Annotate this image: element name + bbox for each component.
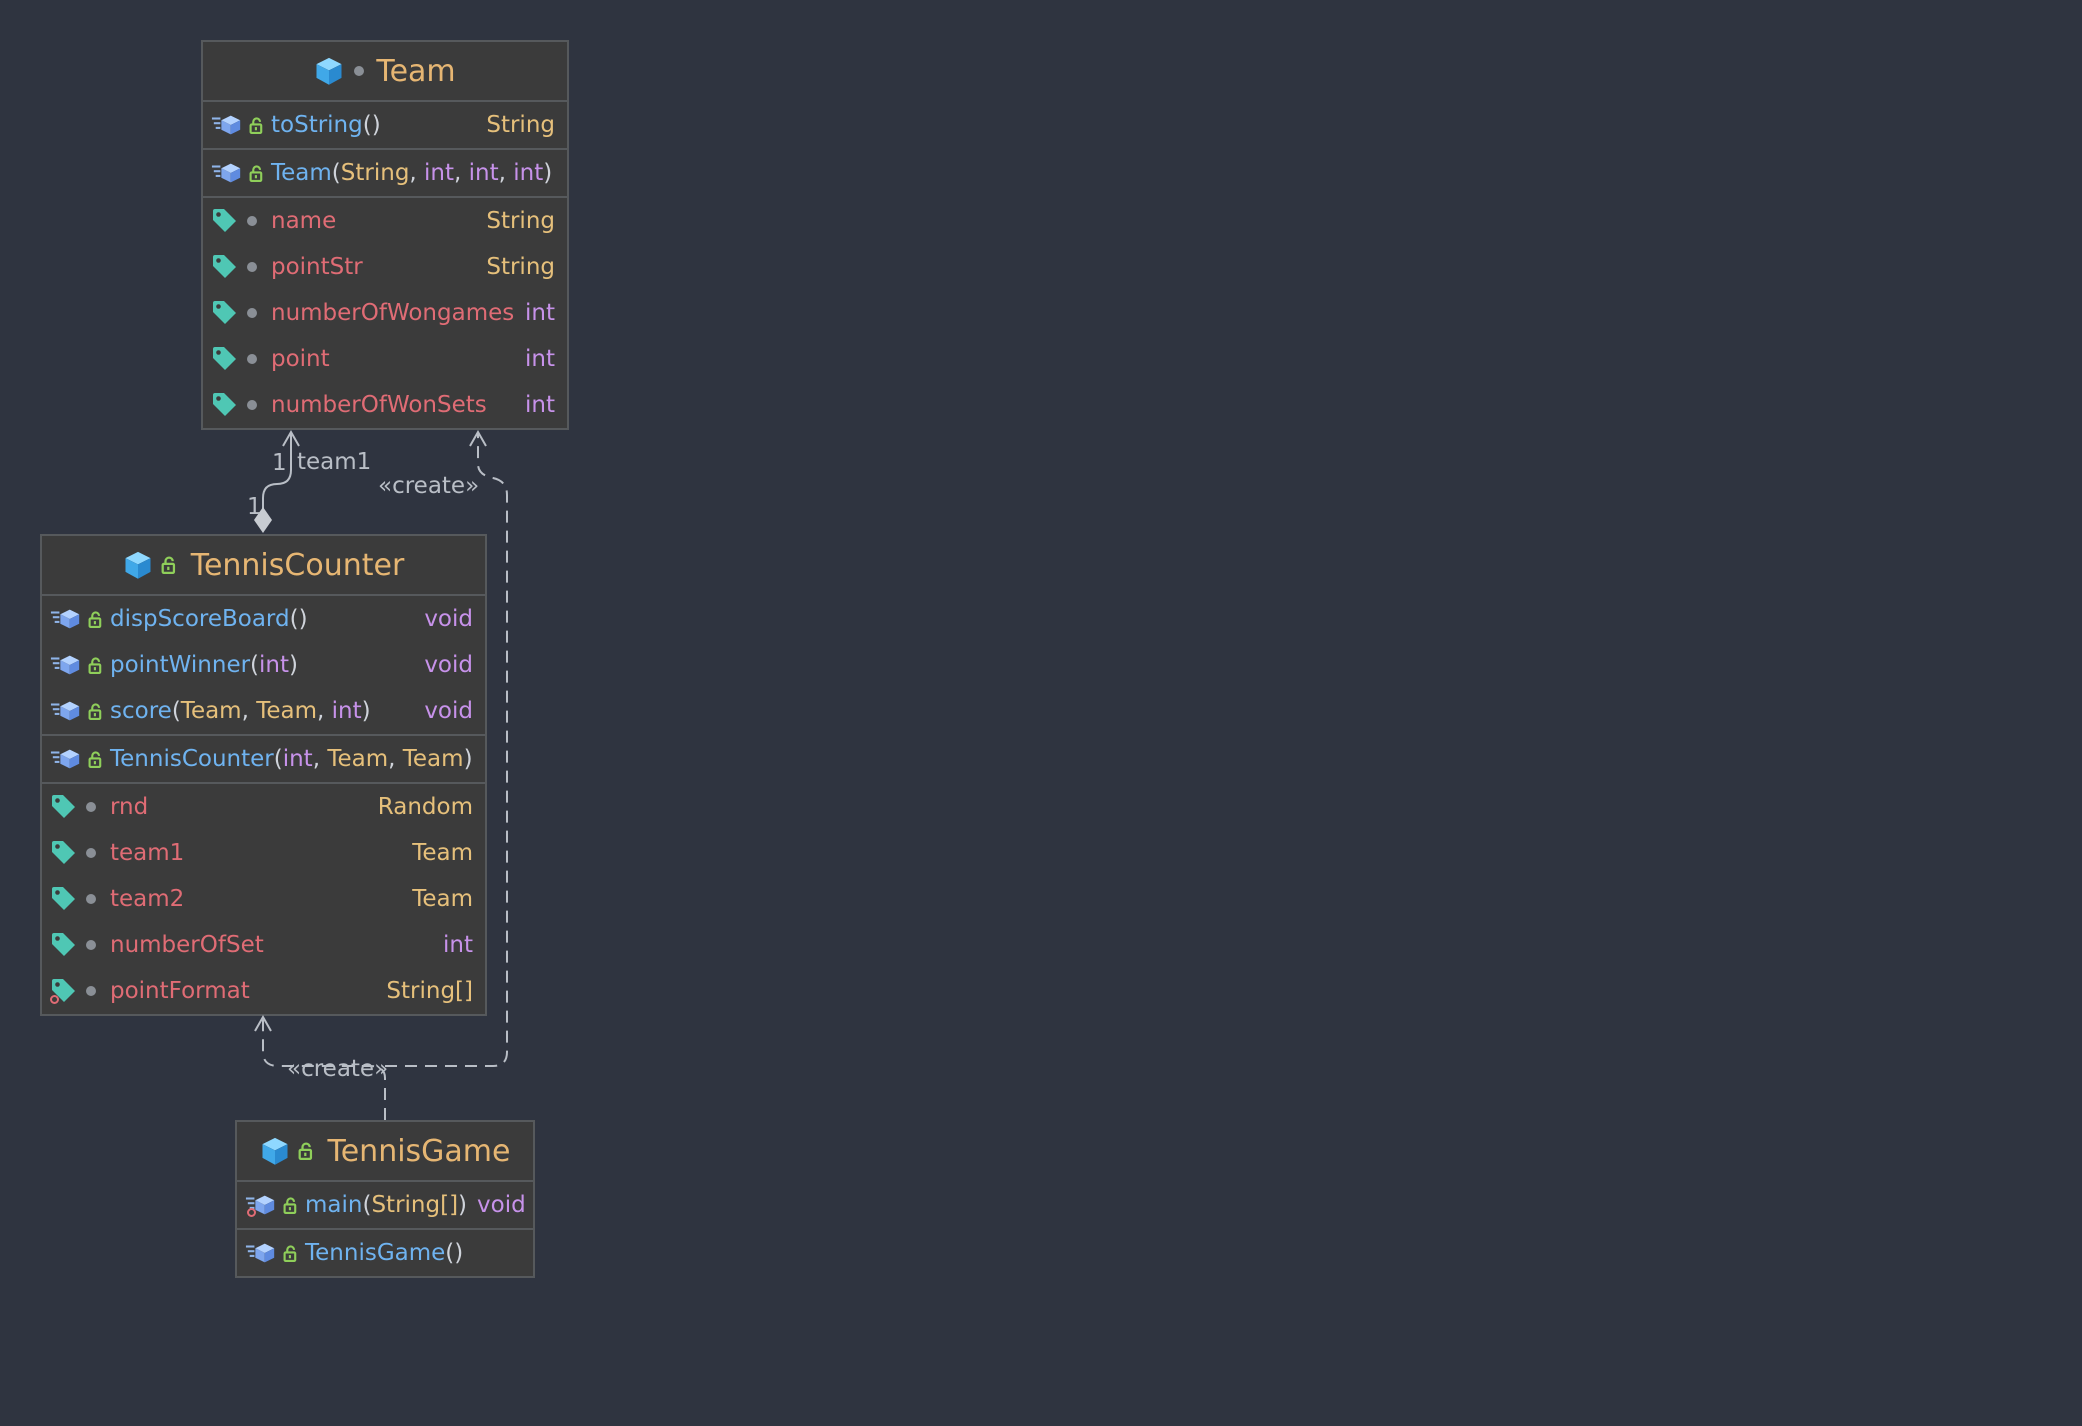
association-multiplicity: 1 bbox=[247, 494, 262, 520]
connectors bbox=[254, 429, 508, 1120]
association-role-label: team1 bbox=[297, 449, 372, 475]
association-multiplicity: 1 bbox=[272, 450, 287, 476]
create-dependency-line bbox=[385, 432, 508, 1067]
create-label: «create» bbox=[378, 473, 480, 499]
create-label: «create» bbox=[287, 1056, 389, 1082]
